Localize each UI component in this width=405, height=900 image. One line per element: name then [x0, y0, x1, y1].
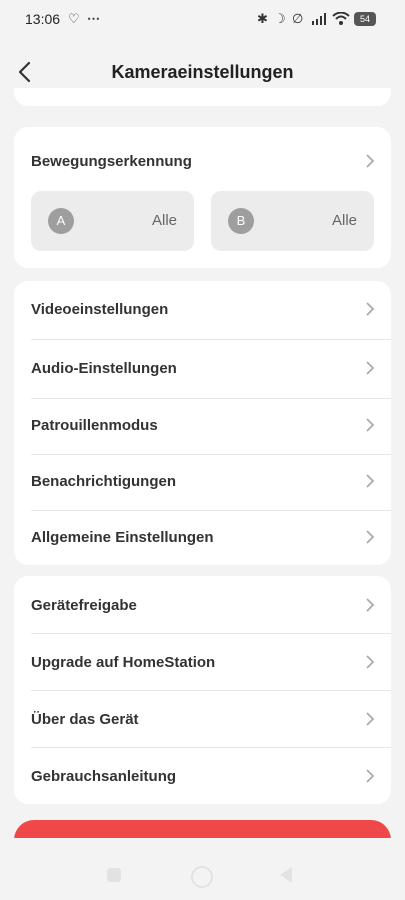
zone-b-button[interactable]: B Alle	[211, 191, 374, 251]
device-item-manual[interactable]: Gebrauchsanleitung	[14, 747, 391, 804]
bluetooth-icon: ✱	[257, 11, 268, 26]
battery-icon: 54	[354, 12, 376, 26]
zone-b-badge: B	[228, 208, 254, 234]
mute-icon: ∅	[292, 11, 304, 26]
zone-a-badge: A	[48, 208, 74, 234]
motion-detection-label: Bewegungserkennung	[31, 153, 192, 170]
more-icon: ⋯	[87, 11, 100, 26]
back-triangle-icon[interactable]	[280, 867, 292, 883]
device-item-label: Gerätefreigabe	[31, 597, 137, 614]
wifi-icon	[332, 12, 350, 25]
chevron-right-icon	[366, 655, 375, 669]
page-title: Kameraeinstellungen	[111, 62, 294, 82]
zone-b-value: Alle	[331, 212, 357, 229]
settings-item-patrol[interactable]: Patrouillenmodus	[14, 398, 391, 454]
device-item-label: Gebrauchsanleitung	[31, 768, 177, 785]
device-item-about[interactable]: Über das Gerät	[14, 690, 391, 747]
settings-item-label: Videoeinstellungen	[31, 301, 169, 318]
settings-item-general[interactable]: Allgemeine Einstellungen	[14, 510, 391, 565]
chevron-right-icon	[366, 302, 375, 316]
chevron-right-icon	[366, 474, 375, 488]
settings-item-label: Patrouillenmodus	[31, 417, 158, 434]
chevron-right-icon	[366, 598, 375, 612]
settings-item-video[interactable]: Videoeinstellungen	[14, 281, 391, 339]
zone-a-value: Alle	[151, 212, 177, 229]
settings-card: Videoeinstellungen Audio-Einstellungen P…	[14, 281, 391, 565]
device-item-label: Upgrade auf HomeStation	[31, 654, 216, 671]
chevron-right-icon	[366, 530, 375, 544]
signal-icon	[312, 13, 326, 25]
chevron-right-icon	[366, 361, 375, 375]
chevron-right-icon	[366, 418, 375, 432]
chevron-right-icon	[366, 769, 375, 783]
motion-detection-row[interactable]: Bewegungserkennung	[14, 127, 391, 191]
settings-item-label: Audio-Einstellungen	[31, 360, 177, 377]
settings-item-label: Benachrichtigungen	[31, 473, 177, 490]
device-item-upgrade[interactable]: Upgrade auf HomeStation	[14, 633, 391, 690]
sync-icon: ♡	[68, 11, 80, 26]
moon-icon: ☽	[274, 11, 286, 26]
settings-item-notifications[interactable]: Benachrichtigungen	[14, 454, 391, 510]
device-item-sharing[interactable]: Gerätefreigabe	[14, 576, 391, 633]
device-item-label: Über das Gerät	[31, 711, 139, 728]
device-card: Gerätefreigabe Upgrade auf HomeStation Ü…	[14, 576, 391, 804]
status-time: 13:06	[25, 11, 61, 27]
settings-item-label: Allgemeine Einstellungen	[31, 529, 214, 546]
system-navigation-bar	[0, 838, 405, 900]
home-icon[interactable]	[191, 866, 213, 888]
status-bar: 13:06 ♡ ⋯ ✱ ☽ ∅ 54	[0, 0, 405, 40]
zone-a-button[interactable]: A Alle	[31, 191, 194, 251]
previous-card	[14, 88, 391, 106]
chevron-right-icon	[366, 712, 375, 726]
motion-detection-card: Bewegungserkennung A Alle B Alle	[14, 127, 391, 268]
settings-item-audio[interactable]: Audio-Einstellungen	[14, 339, 391, 398]
chevron-right-icon	[366, 154, 375, 168]
recents-icon[interactable]	[107, 868, 121, 882]
